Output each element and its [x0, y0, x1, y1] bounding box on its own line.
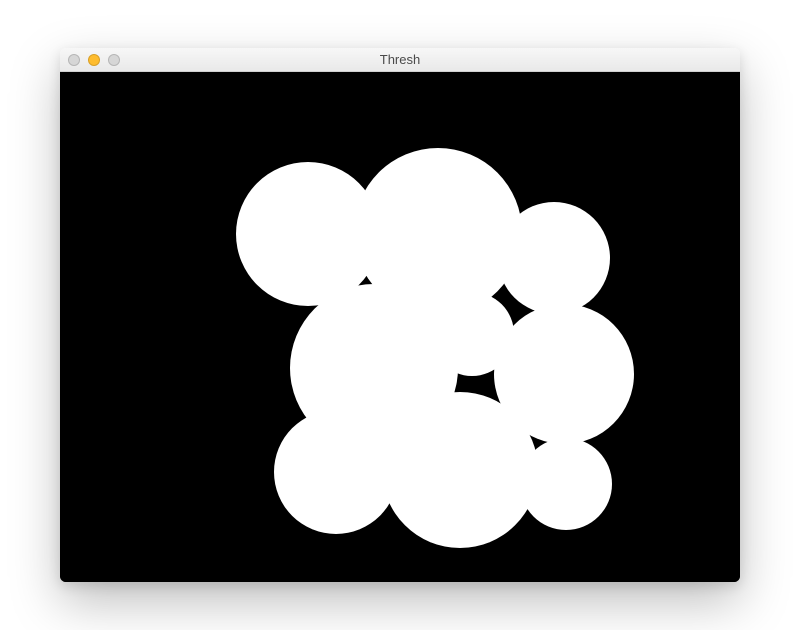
window: Thresh — [60, 48, 740, 582]
close-icon[interactable] — [68, 54, 80, 66]
image-canvas — [60, 72, 740, 582]
blob-circle — [382, 392, 538, 548]
window-title: Thresh — [60, 52, 740, 67]
threshold-image — [60, 72, 740, 582]
minimize-icon[interactable] — [88, 54, 100, 66]
titlebar: Thresh — [60, 48, 740, 72]
blob-circle — [498, 202, 610, 314]
blob-circle — [520, 438, 612, 530]
traffic-lights — [68, 54, 120, 66]
blob-circle — [274, 410, 398, 534]
zoom-icon[interactable] — [108, 54, 120, 66]
